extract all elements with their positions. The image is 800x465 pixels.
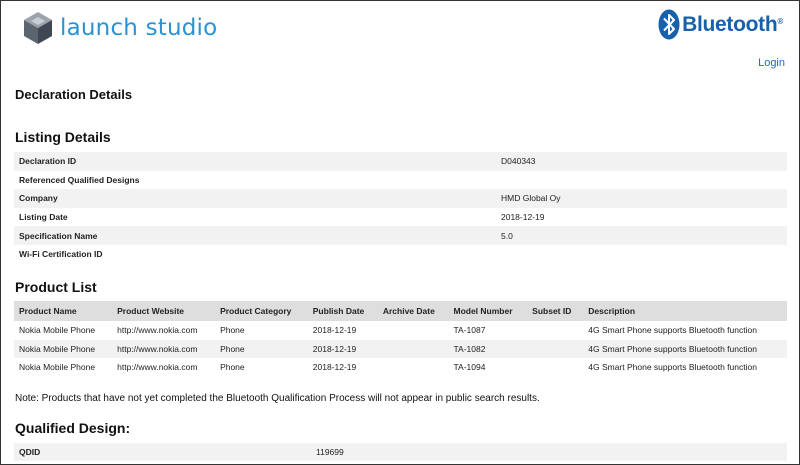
listing-detail-value: HMD Global Oy: [496, 189, 787, 208]
column-header: Publish Date: [307, 301, 378, 321]
column-header: Product Category: [215, 301, 308, 321]
listing-detail-label: Referenced Qualified Designs: [19, 174, 140, 185]
product-cell: 4G Smart Phone supports Bluetooth functi…: [588, 325, 757, 336]
bluetooth-logo: Bluetooth®: [658, 9, 783, 40]
product-cell: TA-1087: [453, 325, 486, 336]
product-list-heading: Product List: [15, 279, 97, 295]
site-header: launch studio Bluetooth®: [1, 1, 800, 53]
listing-detail-label: Specification Name: [14, 226, 496, 245]
product-cell: Phone: [220, 362, 245, 373]
qualified-design-heading: Qualified Design:: [15, 420, 131, 436]
listing-detail-label: Company: [14, 189, 496, 208]
listing-detail-row: Listing Date 2018-12-19: [14, 208, 787, 227]
launch-studio-cube-icon: [24, 12, 52, 44]
product-row[interactable]: Nokia Mobile Phone http://www.nokia.com Ph…: [14, 321, 787, 340]
listing-detail-row: Declaration ID D040343: [14, 152, 787, 171]
listing-detail-value: 2018-12-19: [501, 212, 545, 223]
product-cell: 2018-12-19: [307, 339, 378, 359]
listing-detail-row: Referenced Qualified Designs: [14, 171, 787, 190]
login-link[interactable]: Login: [758, 57, 785, 69]
product-cell: http://www.nokia.com: [117, 325, 198, 336]
product-cell: 2018-12-19: [312, 325, 357, 336]
launch-studio-wordmark: launch studio: [60, 15, 218, 41]
column-header: Description: [583, 301, 787, 321]
listing-detail-label: Listing Date: [19, 212, 68, 223]
listing-detail-row: Wi-Fi Certification ID: [14, 245, 787, 264]
listing-detail-value: D040343: [496, 152, 787, 171]
product-cell: Nokia Mobile Phone: [14, 339, 113, 359]
bluetooth-wordmark-text: Bluetooth: [682, 12, 778, 36]
product-cell: http://www.nokia.com: [117, 362, 198, 373]
qualified-design-table: QDID 119699: [14, 443, 787, 461]
product-row[interactable]: Nokia Mobile Phone http://www.nokia.com Ph…: [14, 358, 787, 377]
column-header: Product Name: [14, 301, 113, 321]
listing-detail-row: Company HMD Global Oy: [14, 189, 787, 208]
product-cell: TA-1094: [453, 362, 486, 373]
listing-detail-row: Specification Name 5.0: [14, 226, 787, 245]
qdid-label: QDID: [14, 443, 311, 461]
product-cell: [527, 358, 583, 377]
listing-detail-label: Declaration ID: [14, 152, 496, 171]
listing-details-heading: Listing Details: [15, 129, 111, 145]
column-header: Model Number: [448, 301, 528, 321]
page-title: Declaration Details: [15, 87, 133, 102]
product-cell: [377, 339, 449, 359]
column-header: Archive Date: [377, 301, 449, 321]
product-cell: TA-1082: [448, 339, 528, 359]
product-cell: Phone: [215, 339, 308, 359]
listing-detail-value: 5.0: [496, 226, 787, 245]
bluetooth-rune-icon: [658, 9, 680, 40]
product-cell: [527, 321, 583, 340]
qdid-value: 119699: [311, 443, 787, 461]
launch-studio-logo[interactable]: launch studio: [23, 11, 217, 45]
product-cell: 4G Smart Phone supports Bluetooth functi…: [588, 362, 757, 373]
product-list-table: Product Name Product Website Product Categ…: [14, 301, 787, 377]
listing-details-table: Declaration ID D040343 Referenced Qualifie…: [14, 152, 787, 264]
bluetooth-wordmark: Bluetooth®: [682, 13, 783, 37]
product-cell: Nokia Mobile Phone: [19, 362, 96, 373]
qualification-note: Note: Products that have not yet complet…: [15, 393, 540, 404]
product-list-header-row: Product Name Product Website Product Categ…: [14, 301, 787, 321]
registered-mark: ®: [777, 16, 783, 26]
product-cell: [527, 339, 584, 359]
column-header: Subset ID: [527, 301, 584, 321]
listing-detail-label: Wi-Fi Certification ID: [19, 249, 103, 260]
product-cell: 2018-12-19: [312, 362, 357, 373]
product-cell: http://www.nokia.com: [112, 339, 216, 359]
listing-detail-value: [496, 245, 787, 264]
listing-detail-value: [496, 171, 787, 190]
column-header: Product Website: [112, 301, 216, 321]
product-cell: Phone: [220, 325, 245, 336]
product-cell: Nokia Mobile Phone: [19, 325, 96, 336]
product-cell: 4G Smart Phone supports Bluetooth functi…: [583, 339, 787, 359]
product-cell: [378, 358, 449, 377]
product-row[interactable]: Nokia Mobile Phone http://www.nokia.com Ph…: [14, 339, 787, 359]
qualified-design-row: QDID 119699: [14, 443, 787, 461]
product-cell: [378, 321, 449, 340]
